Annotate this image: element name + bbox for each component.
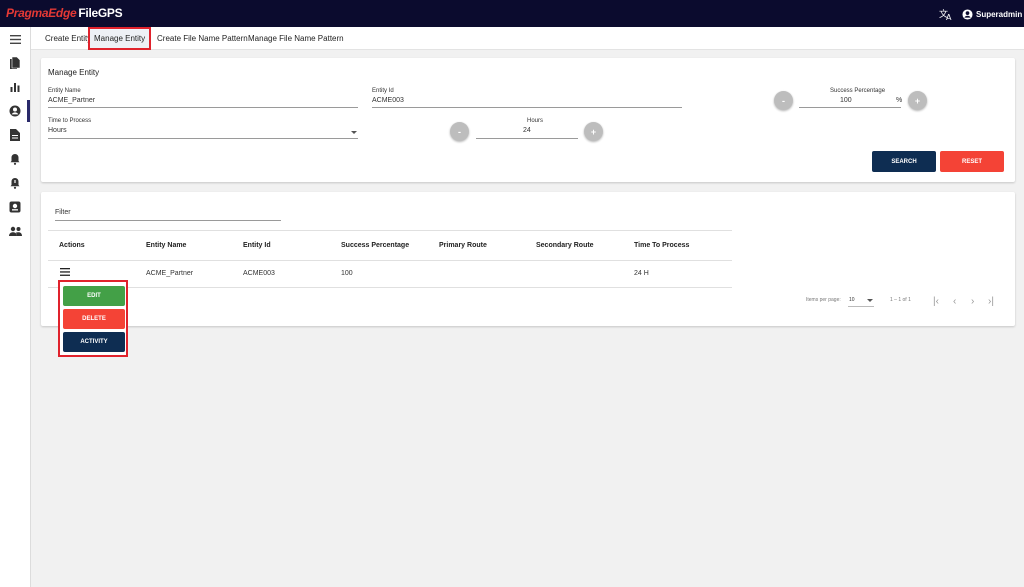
page-size-select[interactable]: 10 [849,297,855,303]
time-to-process-select[interactable]: Hours [48,127,67,134]
success-percentage-underline [799,107,901,108]
column-header-time-to-process[interactable]: Time To Process [634,242,689,249]
delete-button[interactable]: DELETE [63,309,125,329]
hours-increment-button[interactable]: + [584,122,603,141]
entity-name-input[interactable]: ACME_Partner [48,97,95,104]
sidebar [0,27,31,587]
hours-input[interactable]: 24 [523,127,531,134]
account-circle-icon [962,8,973,20]
success-percentage-increment-button[interactable]: + [908,91,927,110]
account-circle-icon[interactable] [7,103,23,119]
edit-button[interactable]: EDIT [63,286,125,306]
hours-underline [476,138,578,139]
user-name: Superadmin [976,9,1023,19]
time-to-process-label: Time to Process [48,118,92,124]
time-to-process-underline [48,138,358,139]
reset-button[interactable]: RESET [940,151,1004,172]
cell-success-percentage: 100 [341,270,353,277]
filter-input[interactable]: Filter [55,209,71,216]
row-actions-menu: EDIT DELETE ACTIVITY [58,280,128,357]
svg-text:A: A [946,13,952,22]
filter-underline [55,220,281,221]
table-header-divider [48,260,732,261]
brand-name-part1: PragmaEdge [6,6,77,20]
items-per-page-label: Items per page: [806,297,841,303]
first-page-icon[interactable]: |‹ [933,296,939,307]
user-menu[interactable]: Superadmin [962,7,1022,21]
alert-bell-icon[interactable] [7,175,23,191]
group-icon[interactable] [7,223,23,239]
success-percentage-label: Success Percentage [830,88,886,94]
files-icon[interactable] [7,55,23,71]
activity-button[interactable]: ACTIVITY [63,332,125,352]
next-page-icon[interactable]: › [971,296,974,307]
translate-icon[interactable]: 文A [938,6,954,22]
tab-bar: Create Entity Manage Entity Create File … [31,27,1024,50]
success-percentage-decrement-button[interactable]: - [774,91,793,110]
entity-id-label: Entity Id [372,88,394,94]
tab-manage-entity[interactable]: Manage Entity [88,27,152,50]
menu-icon[interactable] [7,31,23,47]
entity-id-underline [372,107,682,108]
tab-manage-file-name-pattern[interactable]: Manage File Name Pattern [244,27,348,50]
column-header-entity-id[interactable]: Entity Id [243,242,271,249]
cell-entity-name: ACME_Partner [146,270,194,277]
success-percentage-input[interactable]: 100 [840,97,852,104]
tab-create-file-name-pattern[interactable]: Create File Name Pattern [153,27,252,50]
percent-unit: % [896,97,903,104]
last-page-icon[interactable]: ›| [988,296,994,307]
row-actions-menu-icon[interactable] [60,268,70,276]
page-range-label: 1 – 1 of 1 [890,297,911,303]
bar-chart-icon[interactable] [7,79,23,95]
page-size-underline [848,306,874,307]
column-header-primary-route[interactable]: Primary Route [439,242,487,249]
sidebar-active-indicator [27,100,30,122]
chevron-down-icon[interactable] [351,131,357,134]
column-header-success-percentage[interactable]: Success Percentage [341,242,409,249]
search-button[interactable]: SEARCH [872,151,936,172]
bell-icon[interactable] [7,151,23,167]
previous-page-icon[interactable]: ‹ [953,296,956,307]
top-bar: PragmaEdge FileGPS 文A Superadmin [0,0,1024,27]
entity-name-label: Entity Name [48,88,81,94]
brand-logo[interactable]: PragmaEdge FileGPS [6,6,123,20]
column-header-actions: Actions [59,242,85,249]
brand-name-part2: FileGPS [78,6,123,20]
entity-name-underline [48,107,358,108]
column-header-secondary-route[interactable]: Secondary Route [536,242,594,249]
page-title: Manage Entity [48,68,100,77]
entity-id-input[interactable]: ACME003 [372,97,404,104]
table-top-border [48,230,732,231]
support-agent-icon[interactable] [7,199,23,215]
cell-entity-id: ACME003 [243,270,275,277]
page-size-chevron-down-icon[interactable] [867,299,873,302]
column-header-entity-name[interactable]: Entity Name [146,242,186,249]
document-icon[interactable] [7,127,23,143]
hours-decrement-button[interactable]: - [450,122,469,141]
table-row-divider [48,287,732,288]
cell-time-to-process: 24 H [634,270,649,277]
hours-label: Hours [527,118,544,124]
